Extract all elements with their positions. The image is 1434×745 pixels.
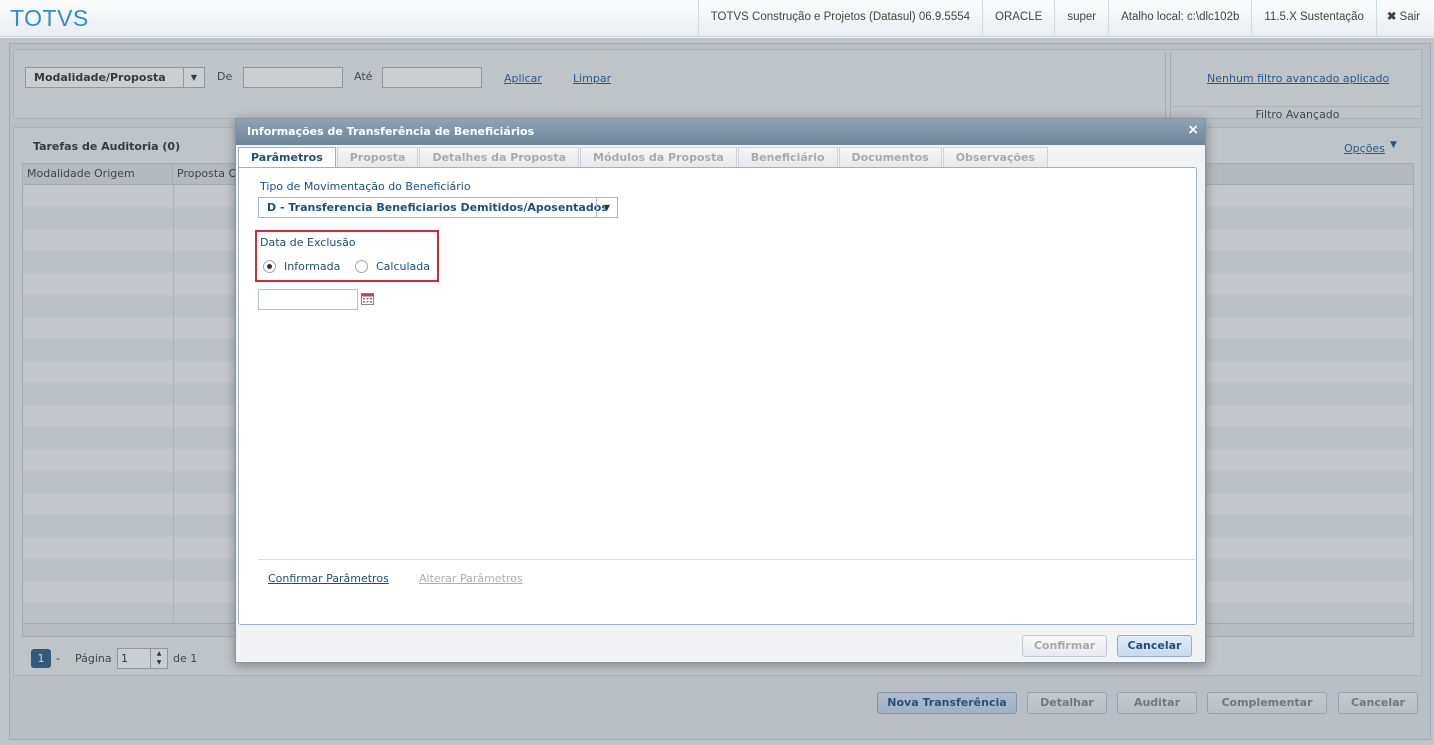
exclusion-date-input[interactable] [258, 289, 358, 310]
database-info: ORACLE [982, 0, 1054, 36]
chevron-down-icon[interactable]: ▼ [596, 198, 617, 217]
shortcut-info: Atalho local: c:\dlc102b [1108, 0, 1251, 36]
tab-proposta[interactable]: Proposta [336, 147, 419, 167]
totvs-logo: TOTVS [10, 5, 89, 31]
exit-label: Sair [1399, 11, 1420, 23]
dialog-title: Informações de Transferência de Benefici… [247, 125, 535, 138]
user-info: super [1054, 0, 1108, 36]
close-icon: ✖ [1386, 11, 1397, 23]
calendar-icon[interactable] [361, 293, 374, 305]
radio-selected-dot [267, 264, 272, 269]
radio-calculada-label[interactable]: Calculada [376, 260, 430, 273]
radio-calculada[interactable] [355, 260, 368, 273]
exclusion-date-label: Data de Exclusão [260, 236, 356, 249]
dialog-tabs: Parâmetros Proposta Detalhes da Proposta… [238, 147, 1049, 168]
transfer-info-dialog: Informações de Transferência de Benefici… [235, 118, 1206, 663]
tab-observacoes[interactable]: Observações [942, 147, 1049, 167]
tab-parametros[interactable]: Parâmetros [238, 147, 336, 168]
radio-informada-label[interactable]: Informada [284, 260, 340, 273]
movement-type-select[interactable]: D - Transferencia Beneficiarios Demitido… [258, 197, 618, 218]
tab-modulos-proposta[interactable]: Módulos da Proposta [580, 147, 737, 167]
dialog-header: Informações de Transferência de Benefici… [236, 119, 1205, 145]
parameters-panel: Tipo de Movimentação do Beneficiário D -… [238, 167, 1198, 625]
radio-informada[interactable] [263, 260, 276, 273]
movement-type-label: Tipo de Movimentação do Beneficiário [260, 180, 471, 193]
exit-button[interactable]: ✖ Sair [1375, 0, 1434, 36]
tab-detalhes-proposta[interactable]: Detalhes da Proposta [419, 147, 580, 167]
panel-separator [258, 559, 1198, 560]
confirm-parameters-link[interactable]: Confirmar Parâmetros [268, 572, 389, 585]
version-info: 11.5.X Sustentação [1251, 0, 1376, 36]
top-bar: TOTVS TOTVS Construção e Projetos (Datas… [0, 0, 1434, 37]
product-info: TOTVS Construção e Projetos (Datasul) 06… [697, 0, 982, 36]
tab-beneficiario[interactable]: Beneficiário [737, 147, 838, 167]
session-info: TOTVS Construção e Projetos (Datasul) 06… [697, 0, 1434, 36]
change-parameters-link[interactable]: Alterar Parâmetros [419, 572, 523, 585]
tab-documentos[interactable]: Documentos [838, 147, 942, 167]
close-icon[interactable]: × [1187, 119, 1199, 141]
cancel-button[interactable]: Cancelar [1117, 635, 1192, 657]
confirm-button[interactable]: Confirmar [1022, 635, 1107, 657]
movement-type-value: D - Transferencia Beneficiarios Demitido… [267, 201, 608, 214]
